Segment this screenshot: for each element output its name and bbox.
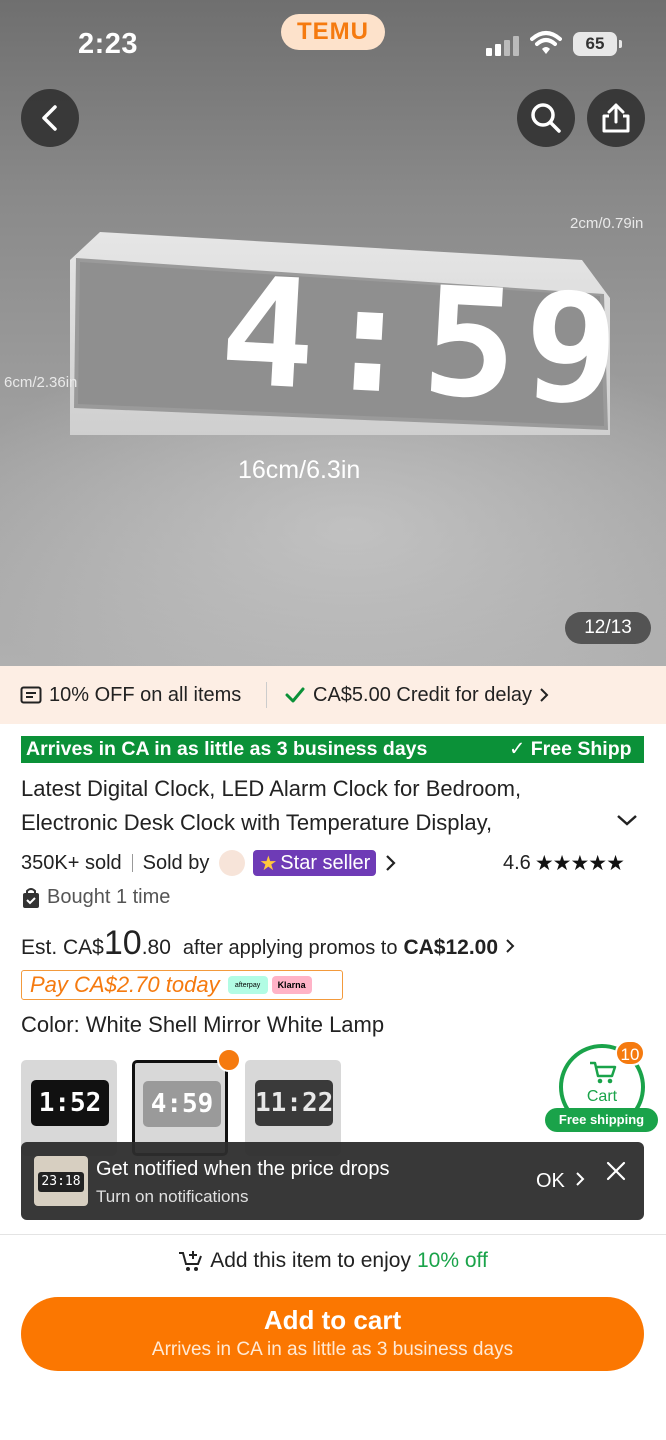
back-button[interactable] [21, 89, 79, 147]
rating-value: 4.6 [503, 851, 531, 874]
store-logo[interactable] [219, 850, 246, 876]
chevron-right-icon [576, 1172, 585, 1186]
shopping-bag-icon [23, 887, 39, 908]
battery-indicator: 65 [573, 32, 622, 56]
meta-separator [131, 854, 133, 872]
swatch-digits: 4:59 [150, 1089, 214, 1119]
star-seller-label: Star seller [280, 851, 371, 874]
bought-history: Bought 1 time [21, 886, 170, 909]
cart-count-badge: 10 [615, 1040, 645, 1066]
chevron-left-icon [42, 105, 57, 131]
search-icon [531, 103, 561, 133]
cellular-signal-icon [486, 34, 520, 56]
dimension-width-label: 16cm/6.3in [238, 456, 361, 484]
check-icon [285, 687, 305, 703]
pay-today-text: Pay CA$2.70 today [30, 972, 220, 997]
price-prefix: Est. CA$ [21, 936, 104, 959]
enjoy-discount: 10% off [416, 1249, 488, 1272]
chevron-right-icon[interactable] [384, 854, 398, 872]
search-button[interactable] [517, 89, 575, 147]
toast-ok-label: OK [536, 1170, 565, 1192]
credit-for-delay-link[interactable]: CA$5.00 Credit for delay [267, 684, 550, 707]
arrival-banner: Arrives in CA in as little as 3 business… [21, 736, 644, 763]
price-final: CA$12.00 [403, 936, 499, 959]
sold-count: 350K+ sold [21, 851, 122, 874]
discount-text: 10% OFF on all items [49, 683, 242, 706]
afterpay-logo: afterpay [227, 976, 268, 994]
cart-label: Cart [586, 1088, 618, 1105]
bottom-divider [0, 1234, 666, 1235]
add-to-cart-button[interactable]: Add to cart Arrives in CA in as little a… [21, 1297, 644, 1371]
cart-free-shipping: Free shipping [545, 1108, 658, 1132]
chevron-down-icon[interactable] [615, 812, 639, 828]
bought-text: Bought 1 time [47, 886, 171, 908]
chevron-right-icon [540, 688, 549, 702]
free-shipping-text: ✓ Free Shipp [509, 738, 632, 760]
swatch-digits: 1:52 [38, 1088, 102, 1118]
star-icon: ★ [259, 852, 278, 875]
enjoy-prefix: Add this item to enjoy [210, 1249, 411, 1272]
share-button[interactable] [587, 89, 645, 147]
coupon-icon [20, 686, 42, 704]
price-whole: 10 [103, 924, 142, 962]
clock-display-digits: 4:59 [215, 245, 630, 439]
credit-text: CA$5.00 Credit for delay [313, 683, 533, 706]
color-label: Color: White Shell Mirror White Lamp [21, 1012, 385, 1037]
add-to-enjoy-promo: Add this item to enjoy 10% off [0, 1246, 666, 1276]
cart-plus-icon [179, 1251, 203, 1271]
add-to-cart-label: Add to cart [263, 1305, 402, 1335]
product-title[interactable]: Latest Digital Clock, LED Alarm Clock fo… [21, 772, 611, 840]
status-bar: 2:23 TEMU 65 [0, 0, 666, 80]
klarna-logo: Klarna [271, 976, 312, 994]
swatch-digits: 11:22 [255, 1088, 334, 1118]
price-drop-toast[interactable]: 23:18 Get notified when the price drops … [21, 1142, 644, 1220]
hot-icon [217, 1048, 241, 1072]
wifi-icon [530, 31, 562, 54]
add-to-cart-subtext: Arrives in CA in as little as 3 business… [151, 1339, 514, 1360]
share-icon [602, 103, 630, 133]
price-after-text: after applying promos to [182, 937, 398, 959]
cart-icon [590, 1061, 617, 1084]
arrival-text: Arrives in CA in as little as 3 business… [26, 738, 428, 760]
dimension-height-label: 6cm/2.36in [4, 374, 78, 391]
promo-bar[interactable]: 10% OFF on all items CA$5.00 Credit for … [0, 666, 666, 724]
toast-thumb-digits: 23:18 [38, 1172, 84, 1192]
rating-stars-icon: ★★★★★ [534, 851, 625, 875]
close-icon[interactable] [605, 1160, 627, 1182]
toast-product-thumbnail: 23:18 [34, 1156, 88, 1206]
status-time: 2:23 [78, 28, 139, 60]
toast-subtitle: Turn on notifications [96, 1187, 249, 1206]
toast-ok-button[interactable]: OK [536, 1170, 586, 1193]
sold-by-label: Sold by [142, 851, 210, 874]
price-line[interactable]: Est. CA$ 10 .80 after applying promos to… [21, 924, 516, 964]
dimension-depth-label: 2cm/0.79in [570, 215, 644, 232]
star-seller-badge[interactable]: ★ Star seller [253, 850, 377, 876]
chevron-right-icon [506, 939, 515, 953]
rating-summary[interactable]: 4.6 ★★★★★ [503, 848, 625, 878]
image-counter: 12/13 [565, 612, 651, 644]
temu-logo: TEMU [281, 14, 385, 50]
pay-today-badge[interactable]: Pay CA$2.70 today afterpay Klarna [21, 970, 343, 1000]
price-cents: .80 [141, 936, 171, 959]
toast-title: Get notified when the price drops [96, 1158, 390, 1180]
